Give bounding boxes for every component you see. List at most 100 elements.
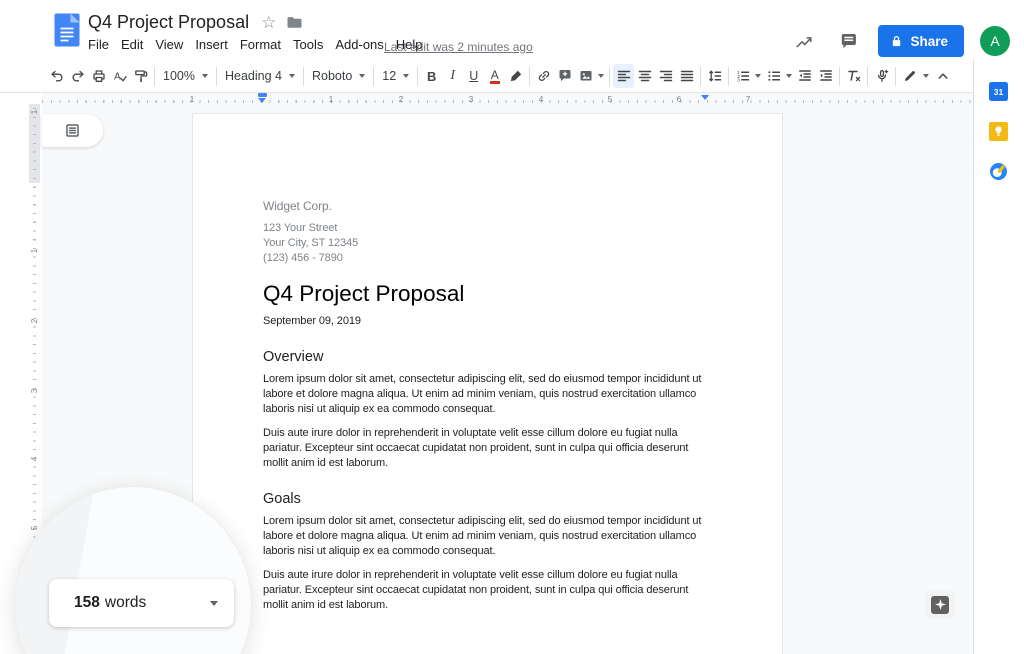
chevron-down-icon	[359, 74, 366, 78]
menu-item[interactable]: View	[149, 37, 189, 52]
justify-button[interactable]	[676, 64, 697, 88]
section-paragraph: Lorem ipsum dolor sit amet, consectetur …	[263, 373, 702, 415]
docs-logo-icon[interactable]	[54, 13, 80, 52]
chevron-down-icon	[210, 600, 218, 606]
toolbar-separator	[154, 66, 155, 86]
keep-icon[interactable]	[989, 122, 1008, 141]
chevron-down-icon[interactable]	[755, 74, 762, 78]
section-heading: Goals	[263, 491, 301, 507]
svg-text:31: 31	[994, 87, 1004, 97]
address-line: (123) 456 - 7890	[263, 252, 343, 264]
comments-icon[interactable]	[834, 27, 862, 55]
increase-indent-button[interactable]	[815, 64, 836, 88]
section-paragraph: Lorem ipsum dolor sit amet, consectetur …	[263, 515, 702, 557]
voice-typing-button[interactable]	[871, 64, 892, 88]
menu-item[interactable]: Tools	[287, 37, 329, 52]
chevron-down-icon[interactable]	[786, 74, 793, 78]
paint-format-button[interactable]	[130, 64, 151, 88]
underline-button[interactable]: U	[463, 64, 484, 88]
bold-button[interactable]: B	[421, 64, 442, 88]
line-spacing-button[interactable]	[704, 64, 725, 88]
spell-check-button[interactable]: A	[109, 64, 130, 88]
move-folder-icon[interactable]	[286, 15, 303, 30]
section-paragraph: Duis aute irure dolor in reprehenderit i…	[263, 427, 689, 469]
svg-text:A: A	[114, 72, 121, 83]
font-size-select[interactable]: 12	[377, 64, 414, 88]
numbered-list-button[interactable]: 123	[732, 64, 753, 88]
chevron-down-icon	[201, 74, 208, 78]
tasks-icon[interactable]	[989, 162, 1008, 181]
toolbar-separator	[867, 66, 869, 86]
document-date: September 09, 2019	[263, 315, 361, 327]
explore-icon	[931, 595, 949, 614]
right-indent-marker[interactable]	[701, 95, 709, 100]
zoom-select[interactable]: 100%	[158, 64, 213, 88]
toolbar-separator	[839, 66, 841, 86]
menu-item[interactable]: Add-ons	[329, 37, 389, 52]
document-heading: Q4 Project Proposal	[263, 281, 465, 306]
decrease-indent-button[interactable]	[794, 64, 815, 88]
align-left-button[interactable]	[613, 64, 635, 88]
undo-button[interactable]	[46, 64, 67, 88]
word-count-pill[interactable]: 158 words	[49, 579, 234, 627]
redo-button[interactable]	[67, 64, 88, 88]
paragraph-style-select[interactable]: Heading 4	[220, 64, 300, 88]
show-document-outline-button[interactable]	[42, 114, 103, 147]
menu-item[interactable]: Edit	[115, 37, 149, 52]
section-heading: Overview	[263, 349, 324, 365]
document-section: Goals Lorem ipsum dolor sit amet, consec…	[263, 492, 712, 613]
toolbar-separator	[609, 66, 611, 86]
document-sections: Overview Lorem ipsum dolor sit amet, con…	[263, 350, 712, 613]
font-family-select[interactable]: Roboto	[307, 64, 370, 88]
company-name: Widget Corp.	[263, 199, 332, 213]
menu-item[interactable]: File	[82, 37, 115, 52]
editing-activity-icon[interactable]	[790, 27, 818, 55]
word-count-value: 158	[74, 594, 100, 611]
highlight-color-button[interactable]	[505, 64, 526, 88]
address-line: Your City, ST 12345	[263, 237, 359, 249]
left-indent-marker[interactable]	[258, 98, 266, 103]
editing-mode-button[interactable]	[899, 64, 920, 88]
toolbar-separator	[302, 66, 304, 86]
toolbar-separator	[215, 66, 217, 86]
chevron-down-icon	[288, 74, 295, 78]
toolbar-separator	[417, 66, 419, 86]
company-address: 123 Your Street Your City, ST 12345 (123) …	[263, 221, 712, 266]
align-center-button[interactable]	[634, 64, 655, 88]
menu-item[interactable]: Format	[234, 37, 287, 52]
chevron-down-icon[interactable]	[923, 74, 930, 78]
italic-button[interactable]: I	[442, 64, 463, 88]
print-button[interactable]	[88, 64, 109, 88]
document-section: Overview Lorem ipsum dolor sit amet, con…	[263, 350, 712, 471]
insert-link-button[interactable]	[533, 64, 554, 88]
document-page[interactable]: Widget Corp. 123 Your Street Your City, S…	[192, 113, 783, 654]
first-line-indent-marker[interactable]	[258, 93, 267, 97]
chevron-down-icon[interactable]	[598, 74, 605, 78]
collapse-toolbar-button[interactable]	[932, 64, 953, 88]
chevron-down-icon	[403, 74, 410, 78]
menu-item[interactable]: Insert	[189, 37, 234, 52]
star-icon[interactable]: ☆	[261, 14, 276, 31]
explore-button[interactable]	[925, 590, 955, 619]
hide-side-panel-chevron[interactable]	[985, 649, 1013, 654]
share-label: Share	[910, 33, 948, 49]
page-content: Widget Corp. 123 Your Street Your City, S…	[193, 114, 782, 613]
toolbar-separator	[529, 66, 531, 86]
svg-text:3: 3	[737, 78, 740, 84]
last-edit-link[interactable]: Last edit was 2 minutes ago	[384, 40, 533, 54]
add-comment-button[interactable]	[554, 64, 575, 88]
document-title[interactable]: Q4 Project Proposal	[88, 12, 249, 33]
toolbar-separator	[728, 66, 730, 86]
bulleted-list-button[interactable]	[763, 64, 784, 88]
account-avatar[interactable]: A	[980, 26, 1010, 56]
align-right-button[interactable]	[655, 64, 676, 88]
calendar-icon[interactable]: 31	[989, 82, 1008, 101]
share-button[interactable]: Share	[878, 25, 964, 57]
toolbar-separator	[373, 66, 375, 86]
word-count-label: words	[104, 594, 147, 611]
text-color-button[interactable]: A	[484, 64, 505, 88]
clear-formatting-button[interactable]	[843, 64, 864, 88]
insert-image-button[interactable]	[575, 64, 596, 88]
outline-icon	[66, 124, 79, 137]
address-line: 123 Your Street	[263, 222, 338, 234]
